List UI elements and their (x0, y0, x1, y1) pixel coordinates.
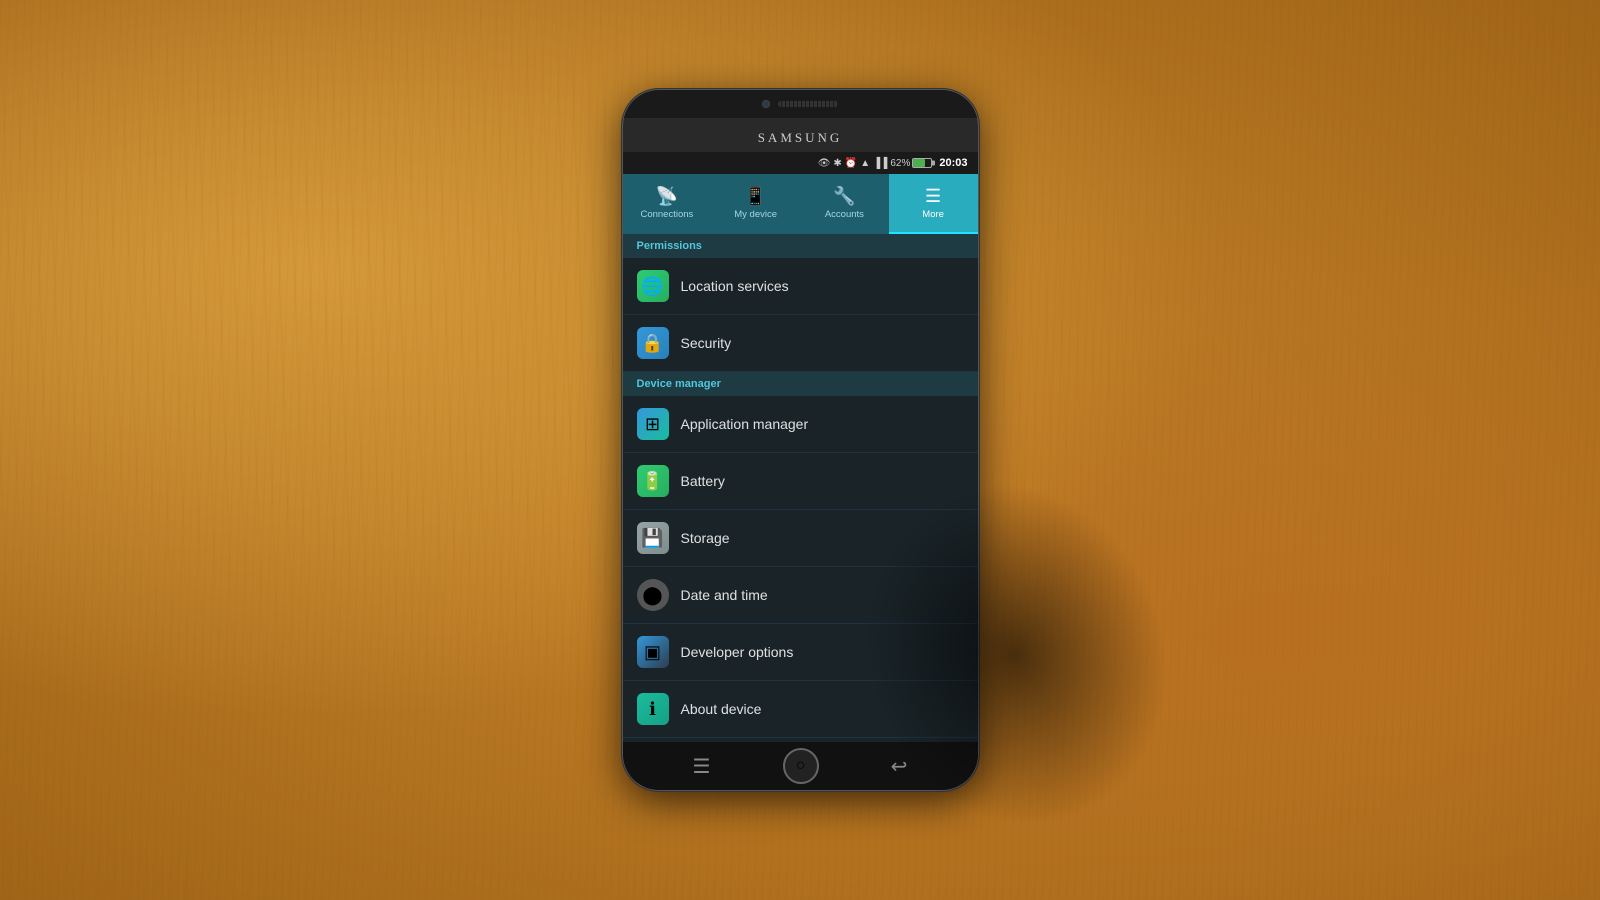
status-bar: 👁 ✱ ⏰ ▲ ▐▐ 62% 20:03 (623, 152, 978, 174)
speaker-grill (778, 101, 838, 107)
accounts-label: Accounts (825, 209, 864, 220)
alarm-icon: ⏰ (845, 158, 857, 169)
battery-item[interactable]: 🔋 Battery (623, 453, 978, 510)
connections-label: Connections (640, 209, 693, 220)
tab-my-device[interactable]: 📱 My device (711, 174, 800, 234)
samsung-brand: SAMSUNG (623, 118, 978, 152)
battery-fill (913, 159, 924, 167)
tab-accounts[interactable]: 🔧 Accounts (800, 174, 889, 234)
my-device-icon: 📱 (744, 186, 766, 207)
developer-options-icon: ▣ (637, 636, 669, 668)
settings-content: Permissions 🌐 Location services 🔒 Securi… (623, 234, 978, 742)
security-item[interactable]: 🔒 Security (623, 315, 978, 372)
eye-icon: 👁 (818, 158, 831, 169)
developer-options-item[interactable]: ▣ Developer options (623, 624, 978, 681)
home-icon: ○ (796, 757, 806, 775)
front-camera (762, 100, 770, 108)
connections-icon: 📡 (656, 186, 678, 207)
security-icon: 🔒 (637, 327, 669, 359)
navigation-tabs: 📡 Connections 📱 My device 🔧 Accounts ☰ M… (623, 174, 978, 234)
bottom-navigation: ☰ ○ ↩ (623, 742, 978, 790)
top-bezel (623, 90, 978, 118)
location-services-label: Location services (681, 278, 789, 294)
menu-button[interactable]: ☰ (685, 746, 719, 787)
device-manager-header: Device manager (623, 372, 978, 396)
phone-wrapper: SAMSUNG 👁 ✱ ⏰ ▲ ▐▐ 62% 20:03 📡 (615, 90, 985, 810)
phone-body: SAMSUNG 👁 ✱ ⏰ ▲ ▐▐ 62% 20:03 📡 (623, 90, 978, 790)
location-services-icon: 🌐 (637, 270, 669, 302)
application-manager-label: Application manager (681, 416, 809, 432)
clock-display: 20:03 (939, 157, 967, 169)
wifi-icon: ▲ (860, 158, 870, 169)
permissions-header: Permissions (623, 234, 978, 258)
battery-label: Battery (681, 473, 725, 489)
back-button[interactable]: ↩ (883, 746, 916, 787)
home-button[interactable]: ○ (783, 748, 819, 784)
storage-label: Storage (681, 530, 730, 546)
status-icons: 👁 ✱ ⏰ ▲ ▐▐ 62% 20:03 (818, 157, 968, 169)
application-manager-item[interactable]: ⊞ Application manager (623, 396, 978, 453)
application-manager-icon: ⊞ (637, 408, 669, 440)
bluetooth-icon: ✱ (833, 158, 841, 169)
security-label: Security (681, 335, 732, 351)
about-device-icon: ℹ (637, 693, 669, 725)
more-icon: ☰ (925, 186, 941, 207)
accounts-icon: 🔧 (833, 186, 855, 207)
battery-icon: 🔋 (637, 465, 669, 497)
battery-indicator: 62% (890, 158, 932, 169)
storage-icon: 💾 (637, 522, 669, 554)
date-time-label: Date and time (681, 587, 768, 603)
about-device-item[interactable]: ℹ About device (623, 681, 978, 738)
my-device-label: My device (734, 209, 777, 220)
battery-bar (912, 158, 932, 168)
tab-more[interactable]: ☰ More (889, 174, 978, 234)
developer-options-label: Developer options (681, 644, 794, 660)
more-label: More (922, 209, 944, 220)
tab-connections[interactable]: 📡 Connections (623, 174, 712, 234)
storage-item[interactable]: 💾 Storage (623, 510, 978, 567)
battery-percent: 62% (890, 158, 910, 169)
location-services-item[interactable]: 🌐 Location services (623, 258, 978, 315)
about-device-label: About device (681, 701, 762, 717)
date-time-icon: ⬤ (637, 579, 669, 611)
date-time-item[interactable]: ⬤ Date and time (623, 567, 978, 624)
signal-icon: ▐▐ (873, 158, 887, 169)
